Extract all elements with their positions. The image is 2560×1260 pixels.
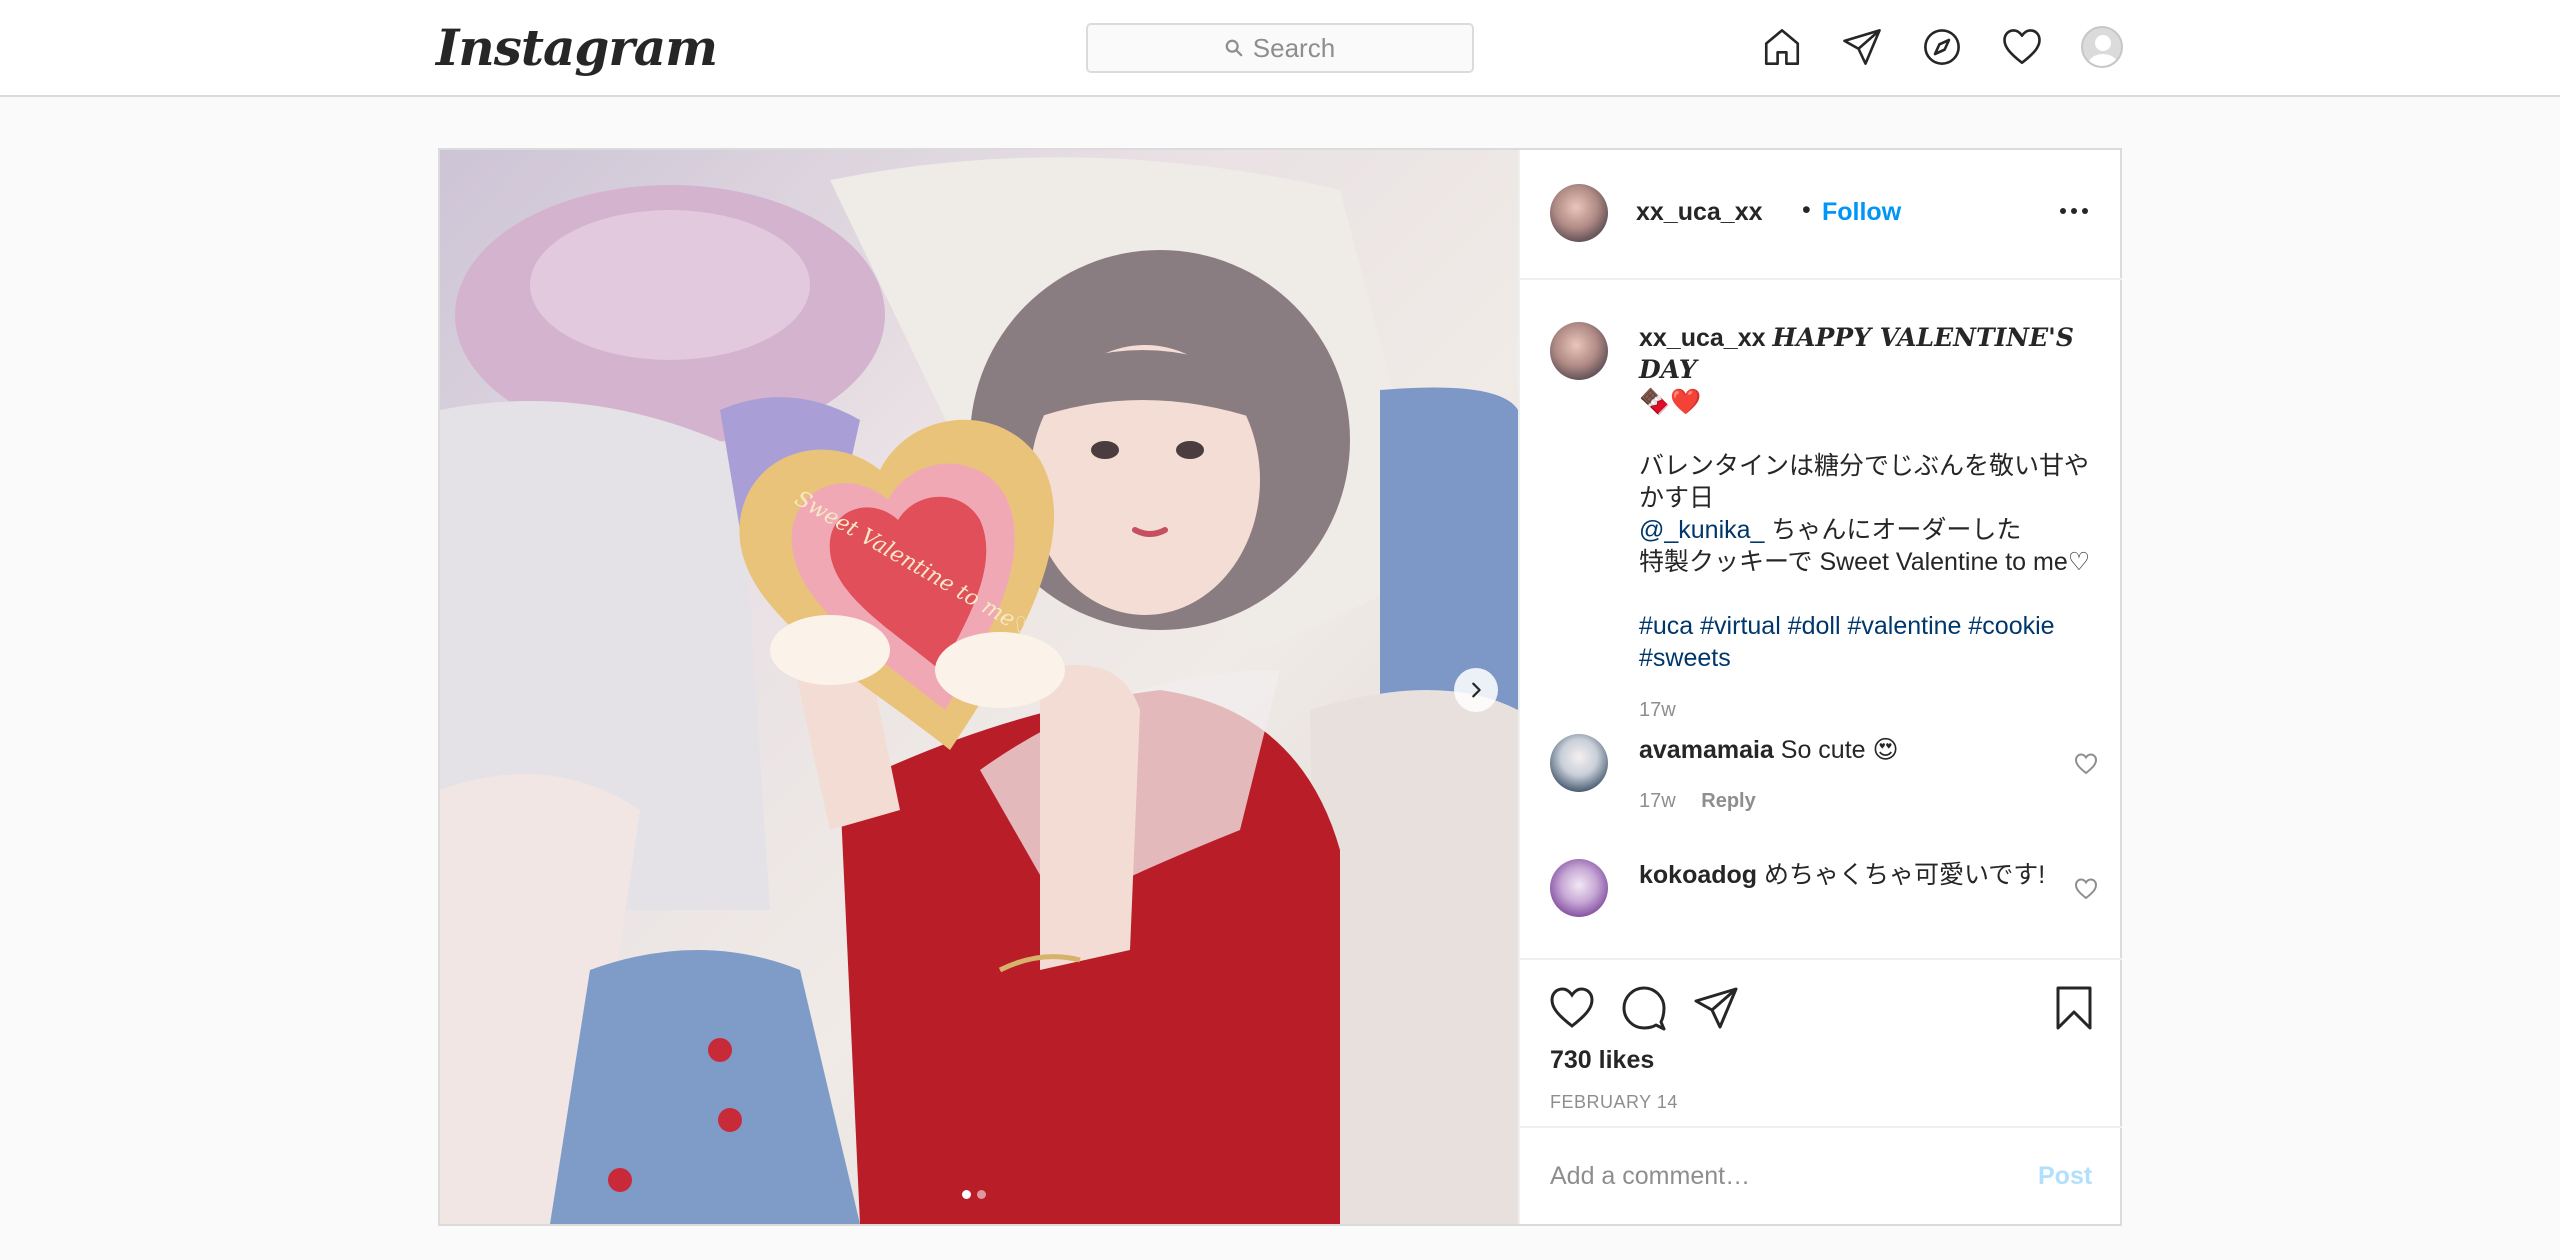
nav-icons [1760,25,2124,69]
post-actions: 730 likes FEBRUARY 14 [1520,958,2122,1126]
photo-illustration: Sweet Valentine to me♡ [440,157,1518,1224]
top-navigation-bar: Instagram Search [0,0,2560,97]
post-header: xx_uca_xx • Follow [1520,150,2122,280]
denim-skirt [550,950,860,1224]
activity-button[interactable] [2000,25,2044,69]
profile-button[interactable] [2080,25,2124,69]
comment-meta: 17w Reply [1639,790,1756,813]
commenter-avatar[interactable] [1550,859,1608,917]
add-comment-input[interactable]: Add a comment… [1550,1162,1750,1191]
likes-count[interactable]: 730 likes [1550,1046,1654,1075]
instagram-logo[interactable]: Instagram [436,18,718,77]
search-input[interactable]: Search [1086,23,1474,73]
caption-username[interactable]: xx_uca_xx [1639,324,1766,352]
carousel-indicator [962,1190,986,1199]
direct-icon [1843,29,1881,65]
share-icon[interactable] [1692,984,1740,1032]
follow-button[interactable]: Follow [1822,198,1901,227]
add-comment-bar: Add a comment… Post [1520,1126,2122,1224]
search-placeholder: Search [1252,32,1336,63]
post-side-panel: xx_uca_xx • Follow xx_uca_xx HAPPY VALEN… [1518,150,2122,1224]
caption-line-1: バレンタインは糖分でじぶんを敬い甘やかす日 [1639,452,2090,512]
carousel-dot-active [962,1190,971,1199]
caption-line-3: 特製クッキーで Sweet Valentine to me♡ [1639,548,2091,576]
comment-text: kokoadog めちゃくちゃ可愛いです! [1639,859,2059,891]
save-bookmark-icon[interactable] [2050,984,2098,1032]
floral-cushion [1310,690,1518,1224]
post-comment-button[interactable]: Post [2038,1162,2092,1191]
caption-avatar[interactable] [1550,322,1608,380]
caption-line-2: ちゃんにオーダーした [1764,516,2022,544]
next-photo-button[interactable] [1454,668,1498,712]
post-caption: xx_uca_xx HAPPY VALENTINE'S DAY 🍫❤️ バレンタ… [1639,322,2099,726]
comment-icon[interactable] [1620,984,1668,1032]
comment-timestamp: 17w [1639,790,1676,812]
reply-button[interactable]: Reply [1701,790,1755,812]
pillow-lace [530,210,810,360]
commenter-avatar[interactable] [1550,734,1608,792]
header-separator: • [1802,196,1811,224]
commenter-username[interactable]: kokoadog [1639,861,1757,889]
comments-section[interactable]: xx_uca_xx HAPPY VALENTINE'S DAY 🍫❤️ バレンタ… [1520,282,2122,956]
home-button[interactable] [1760,25,1804,69]
comment-body: So cute 😍 [1773,736,1899,764]
post-date: FEBRUARY 14 [1550,1092,1678,1112]
post-photo[interactable]: Sweet Valentine to me♡ [440,150,1518,1224]
comment-body: めちゃくちゃ可愛いです! [1757,861,2046,889]
heart-cookie [739,419,1065,750]
home-icon [1764,29,1800,65]
comment-like-icon[interactable] [2074,752,2098,776]
like-icon[interactable] [1548,984,1596,1032]
caption-mention[interactable]: @_kunika_ [1639,516,1764,544]
author-avatar[interactable] [1550,184,1608,242]
activity-icon [2003,29,2041,65]
commenter-username[interactable]: avamamaia [1639,736,1774,764]
direct-button[interactable] [1840,25,1884,69]
search-icon [1225,39,1243,57]
comment-text: avamamaia So cute 😍 [1639,734,2059,766]
explore-button[interactable] [1920,25,1964,69]
more-options-icon[interactable] [2060,208,2088,214]
caption-hashtags[interactable]: #uca #virtual #doll #valentine #cookie #… [1639,612,2055,672]
caption-timestamp: 17w [1639,699,1676,721]
author-username[interactable]: xx_uca_xx [1636,198,1763,227]
profile-avatar [2081,26,2123,68]
carousel-dot [977,1190,986,1199]
chevron-right-icon [1472,682,1481,698]
comment-like-icon[interactable] [2074,877,2098,901]
explore-icon [1924,29,1960,65]
right-arm [1040,665,1140,970]
caption-emoji: 🍫❤️ [1639,388,1702,416]
post-card: Sweet Valentine to me♡ xx_uca_xx • Follo… [438,148,2122,1226]
